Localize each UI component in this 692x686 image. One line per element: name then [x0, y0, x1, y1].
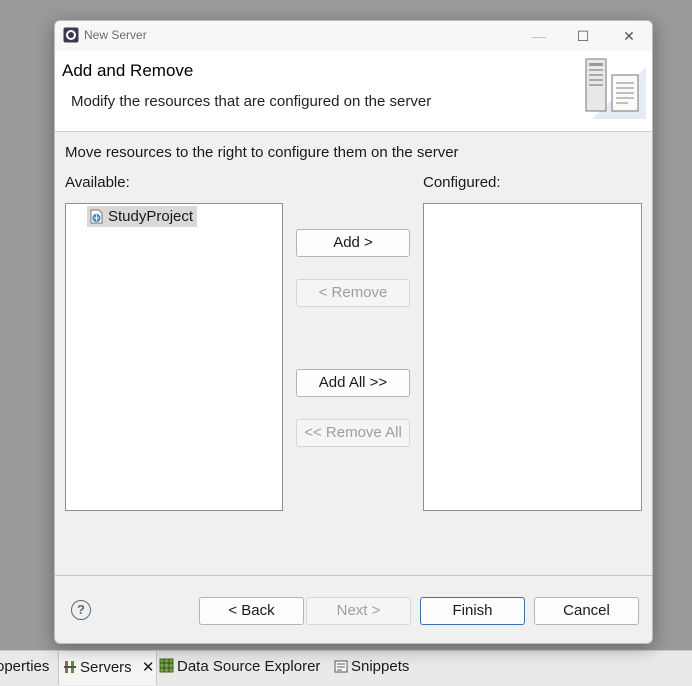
ide-tab-servers[interactable]: Servers ✕ — [63, 658, 154, 678]
maximize-icon[interactable]: ☐ — [561, 23, 605, 49]
server-wizard-icon — [582, 57, 646, 119]
remove-button[interactable]: < Remove — [296, 279, 410, 307]
list-item-label: StudyProject — [108, 208, 194, 225]
minimize-icon[interactable]: — — [517, 23, 561, 49]
close-icon[interactable]: ✕ — [607, 23, 651, 49]
finish-button[interactable]: Finish — [420, 597, 525, 625]
wizard-banner: Add and Remove Modify the resources that… — [55, 51, 652, 132]
servers-icon — [63, 660, 77, 678]
ide-tab-data-source-explorer[interactable]: Data Source Explorer — [159, 658, 320, 677]
footer-separator — [55, 575, 652, 576]
web-project-icon — [89, 209, 104, 224]
dialog-titlebar[interactable]: New Server — ☐ ✕ — [55, 21, 652, 51]
instructions-text: Move resources to the right to configure… — [65, 144, 459, 161]
wizard-page-description: Modify the resources that are configured… — [71, 93, 432, 110]
configured-label: Configured: — [423, 174, 501, 191]
ide-tab-snippets[interactable]: Snippets — [334, 658, 409, 677]
remove-all-button[interactable]: << Remove All — [296, 419, 410, 447]
help-icon[interactable]: ? — [71, 600, 91, 620]
next-button[interactable]: Next > — [306, 597, 411, 625]
configured-resources-list[interactable] — [423, 203, 642, 511]
ide-tab-snippets-label: Snippets — [351, 658, 410, 675]
list-item[interactable]: StudyProject — [87, 206, 198, 227]
available-resources-list[interactable]: StudyProject — [65, 203, 283, 511]
dialog-title: New Server — [84, 28, 147, 42]
add-all-button[interactable]: Add All >> — [296, 369, 410, 397]
close-icon[interactable]: ✕ — [142, 659, 155, 676]
ide-tab-properties[interactable]: operties — [0, 658, 49, 675]
eclipse-app-icon — [63, 27, 79, 43]
back-button[interactable]: < Back — [199, 597, 304, 625]
available-label: Available: — [65, 174, 130, 191]
ide-tab-data-source-label: Data Source Explorer — [177, 658, 321, 675]
cancel-button[interactable]: Cancel — [534, 597, 639, 625]
ide-tab-servers-label: Servers — [80, 659, 132, 676]
new-server-dialog: New Server — ☐ ✕ Add and Remove Modify t… — [54, 20, 653, 644]
ide-tab-properties-label: operties — [0, 658, 50, 675]
data-source-icon — [159, 658, 174, 677]
snippets-icon — [334, 659, 348, 677]
add-button[interactable]: Add > — [296, 229, 410, 257]
wizard-page-title: Add and Remove — [62, 61, 194, 80]
